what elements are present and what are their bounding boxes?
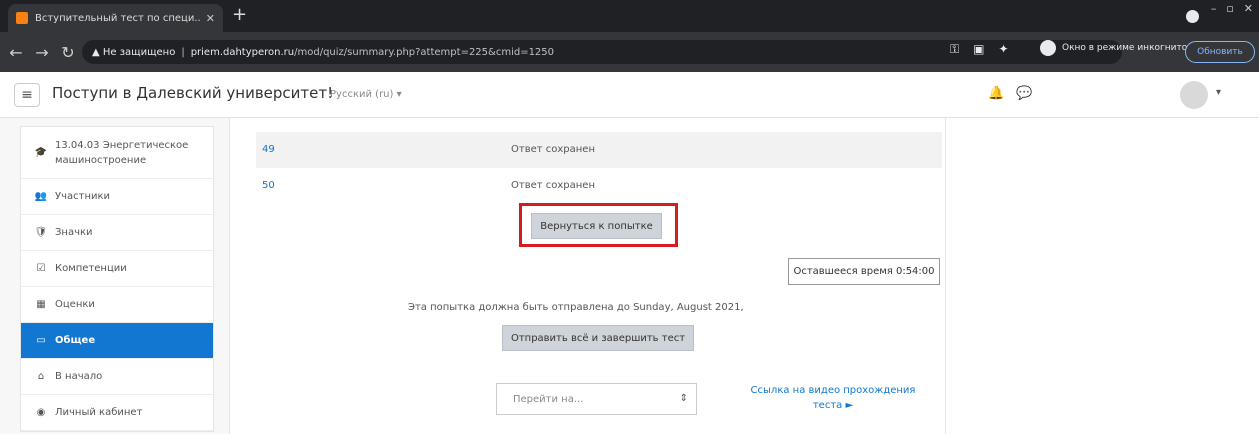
users-icon: 👥 (34, 191, 48, 202)
check-square-icon: ☑ (36, 263, 46, 274)
drawer-card: 🎓 13.04.03 Энергетическое машиностроение… (20, 126, 214, 432)
question-number-link[interactable]: 50 (262, 180, 275, 191)
tab-close-icon[interactable]: ✕ (206, 12, 215, 25)
jump-to-value: Перейти на... (513, 393, 584, 405)
drawer-item-label: Компетенции (55, 263, 127, 274)
drawer-item-label: Участники (55, 191, 111, 202)
close-window-button[interactable]: ✕ (1244, 2, 1253, 15)
drawer-item-label: В начало (55, 371, 103, 382)
drawer-item-general[interactable]: ▭ Общее (21, 323, 213, 359)
jump-to-select[interactable]: Перейти на... ⇕ (496, 383, 697, 415)
table-row: 49 Ответ сохранен (256, 132, 942, 168)
submit-all-button[interactable]: Отправить всё и завершить тест (502, 325, 694, 351)
incognito-indicator[interactable]: Окно в режиме инкогнито (1040, 40, 1187, 56)
not-secure-label[interactable]: ▲ Не защищено (92, 47, 175, 58)
language-menu[interactable]: Русский (ru) ▾ (330, 89, 402, 100)
question-number-link[interactable]: 49 (262, 144, 275, 155)
drawer-item-label: Личный кабинет (55, 407, 143, 418)
message-icon[interactable]: 💬 (1016, 86, 1032, 101)
drawer-item-label: 13.04.03 Энергетическое машиностроение (55, 139, 189, 166)
profile-icon[interactable] (1186, 10, 1199, 23)
tab-title: Вступительный тест по специ... (35, 12, 200, 24)
drawer-item-participants[interactable]: 👥 Участники (21, 179, 213, 215)
puzzle-icon[interactable]: ✦ (998, 42, 1008, 57)
graduation-cap-icon: 🎓 (34, 147, 48, 158)
key-icon[interactable]: ⚿ (950, 42, 959, 57)
url-path: /mod/quiz/summary.php?attempt=225&cmid=1… (294, 46, 555, 58)
bell-icon[interactable]: 🔔 (988, 86, 1004, 101)
back-icon[interactable]: ← (6, 43, 26, 62)
url-host: priem.dahtyperon.ru (190, 46, 295, 58)
browser-toolbar: ← → ↻ ▲ Не защищено | priem.dahtyperon.r… (0, 32, 1259, 72)
drawer-item-home[interactable]: ⌂ В начало (21, 359, 213, 395)
update-button[interactable]: Обновить (1185, 41, 1255, 63)
browser-tab-strip: Вступительный тест по специ... ✕ + – ▫ ✕ (0, 0, 1259, 32)
right-panel (945, 118, 1259, 434)
deadline-text: Эта попытка должна быть отправлена до Su… (408, 302, 744, 313)
browser-tab[interactable]: Вступительный тест по специ... ✕ (8, 4, 223, 32)
dashboard-icon: ◉ (36, 407, 46, 418)
badge-icon: 🛡 (34, 227, 48, 238)
maximize-button[interactable]: ▫ (1226, 2, 1233, 15)
question-status: Ответ сохранен (511, 144, 595, 155)
select-caret-icon: ⇕ (679, 393, 688, 404)
drawer-item-course[interactable]: 🎓 13.04.03 Энергетическое машиностроение (21, 127, 213, 179)
window-controls: – ▫ ✕ (1211, 2, 1253, 15)
drawer-item-competencies[interactable]: ☑ Компетенции (21, 251, 213, 287)
nav-drawer: 🎓 13.04.03 Энергетическое машиностроение… (0, 118, 230, 434)
folder-icon: ▭ (36, 335, 46, 346)
incognito-label: Окно в режиме инкогнито (1062, 43, 1188, 53)
drawer-item-dashboard[interactable]: ◉ Личный кабинет (21, 395, 213, 431)
reload-icon[interactable]: ↻ (58, 43, 78, 62)
site-navbar: ≡ Поступи в Далевский университет! Русск… (0, 72, 1259, 118)
drawer-item-label: Значки (55, 227, 93, 238)
extension-icon[interactable]: ▣ (973, 42, 984, 57)
drawer-item-label: Оценки (55, 299, 95, 310)
menu-toggle-icon[interactable]: ≡ (14, 83, 40, 107)
drawer-item-grades[interactable]: ▦ Оценки (21, 287, 213, 323)
table-row: 50 Ответ сохранен (256, 168, 942, 204)
url-separator: | (181, 46, 185, 58)
navbar-icons: 🔔 💬 (988, 86, 1032, 101)
question-status: Ответ сохранен (511, 180, 595, 191)
return-to-attempt-button[interactable]: Вернуться к попытке (531, 213, 662, 239)
time-remaining: Оставшееся время 0:54:00 (788, 258, 940, 285)
chevron-down-icon[interactable]: ▾ (1216, 87, 1221, 98)
incognito-icon (1040, 40, 1056, 56)
forward-icon[interactable]: → (32, 43, 52, 62)
toolbar-icons: ⚿ ▣ ✦ (950, 42, 1009, 57)
site-name[interactable]: Поступи в Далевский университет! (52, 84, 333, 102)
new-tab-button[interactable]: + (232, 5, 247, 25)
grades-table-icon: ▦ (36, 299, 46, 310)
avatar[interactable] (1180, 81, 1208, 109)
moodle-favicon-icon (16, 12, 28, 24)
home-icon: ⌂ (37, 371, 45, 382)
drawer-item-badges[interactable]: 🛡 Значки (21, 215, 213, 251)
video-walkthrough-link[interactable]: Ссылка на видео прохождения теста ► (738, 383, 928, 413)
drawer-item-label: Общее (55, 335, 96, 346)
minimize-button[interactable]: – (1211, 2, 1217, 15)
